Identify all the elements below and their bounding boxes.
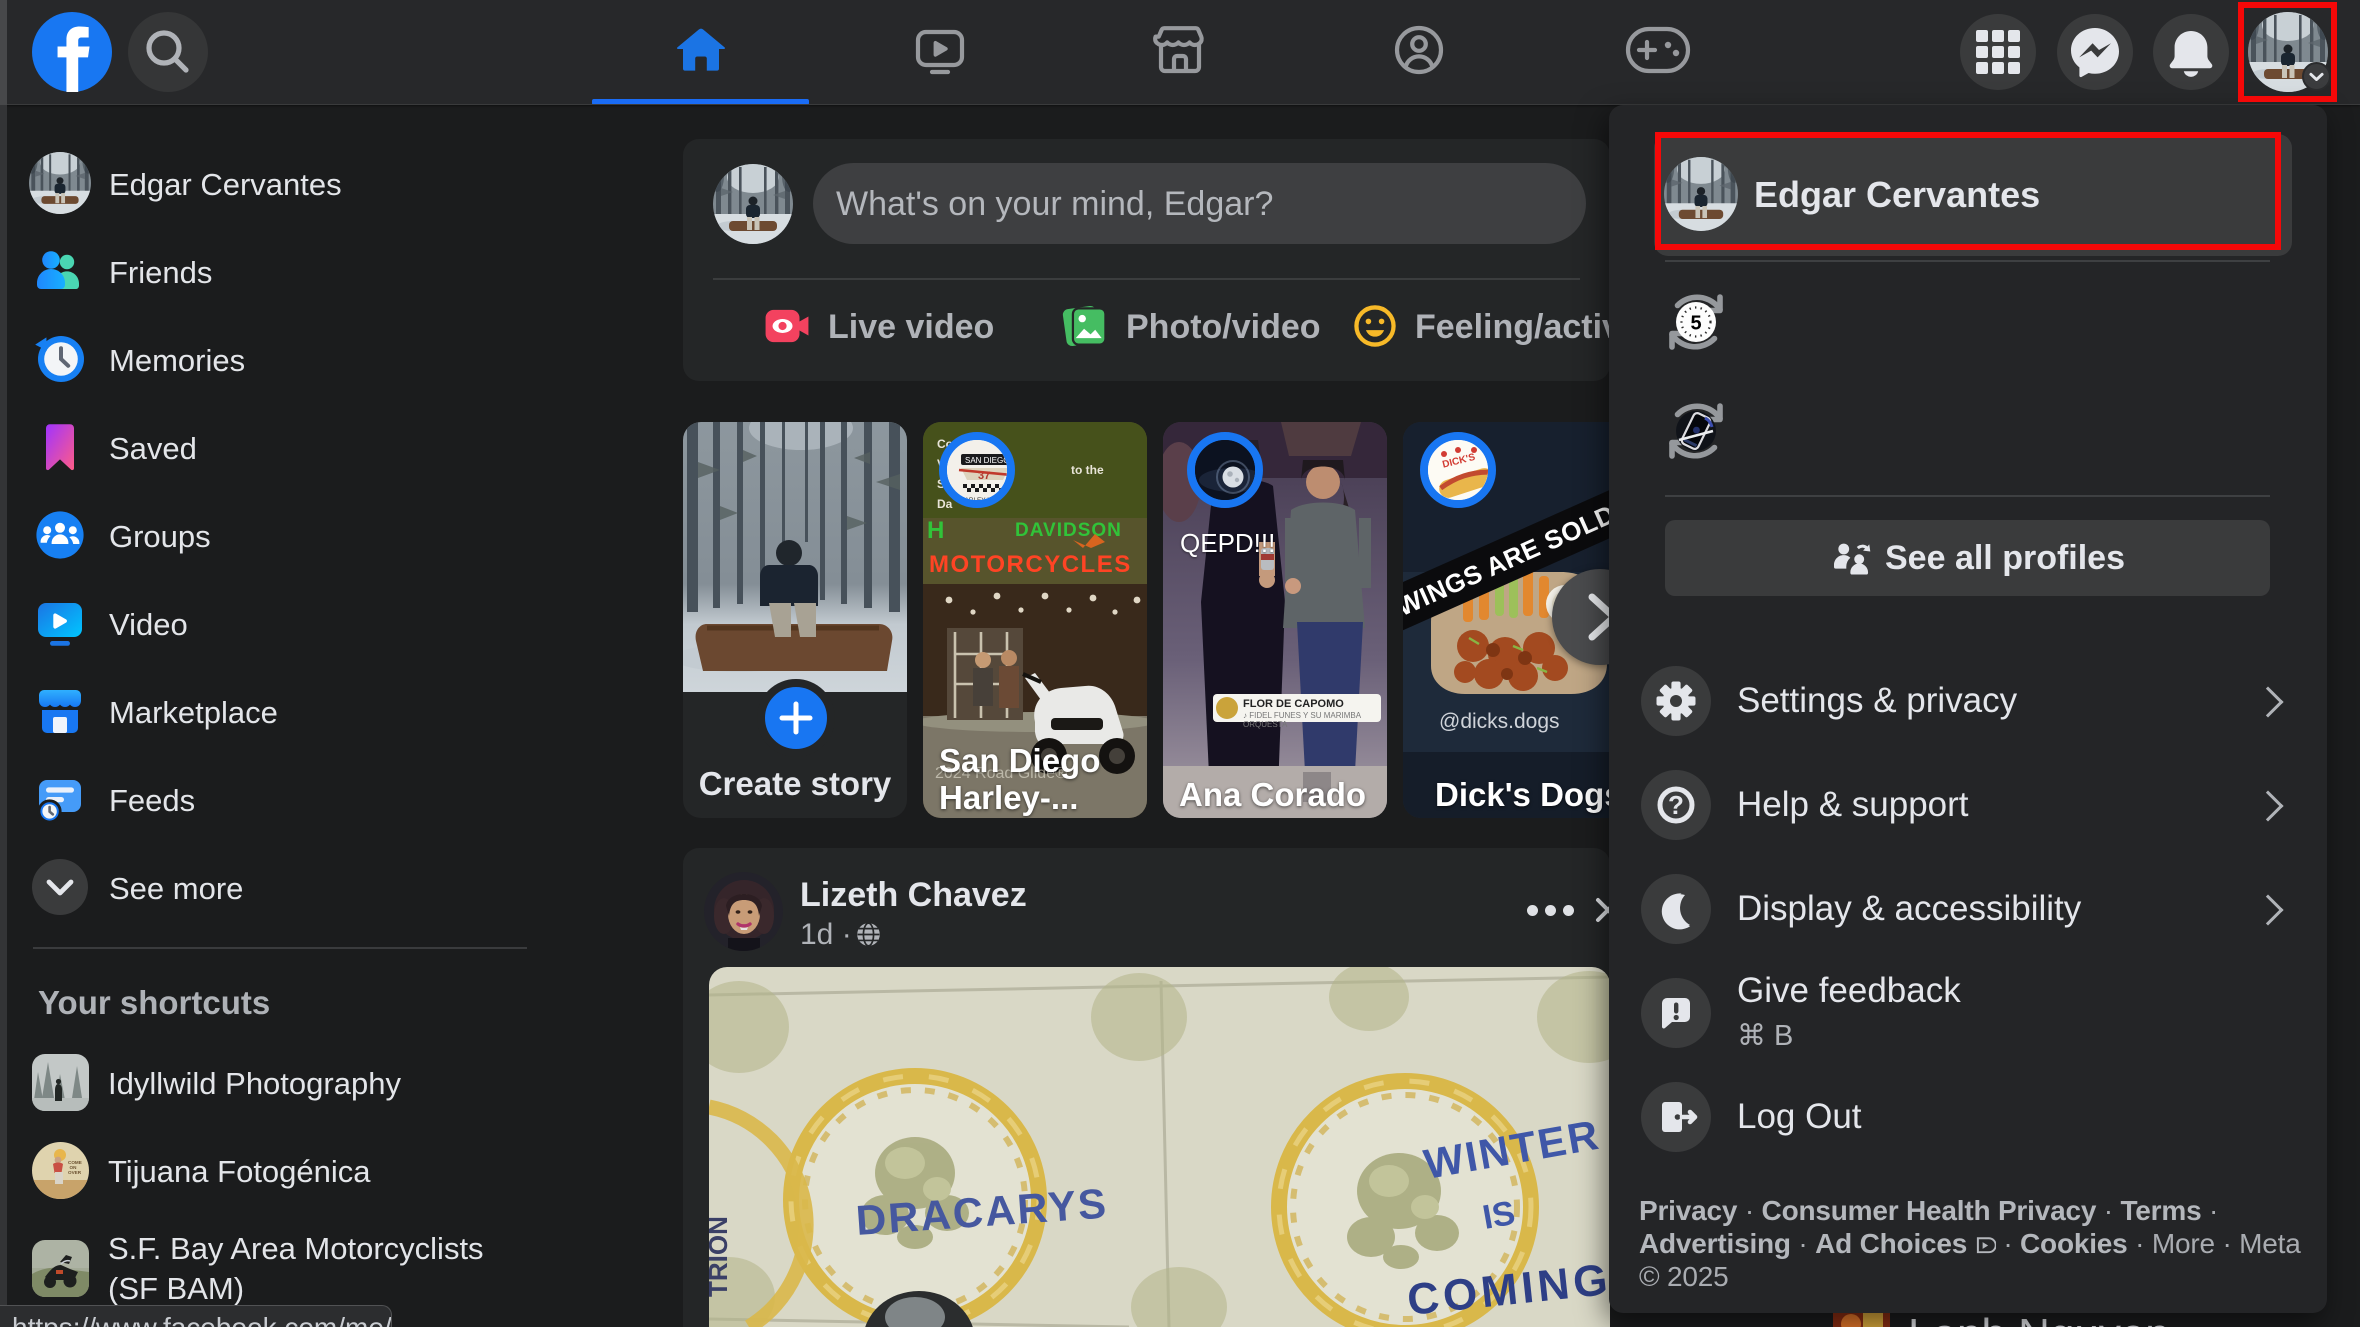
svg-text:5: 5: [1690, 313, 1701, 335]
svg-text:TRION: TRION: [709, 1216, 733, 1297]
svg-text:IS: IS: [1480, 1194, 1518, 1237]
svg-text:MOTORCYCLES: MOTORCYCLES: [929, 551, 1132, 578]
svg-text:SAN DIEGO: SAN DIEGO: [965, 456, 1009, 465]
svg-text:to the: to the: [1071, 463, 1104, 477]
svg-text:DAVIDSON: DAVIDSON: [1015, 520, 1122, 541]
svg-text:H: H: [927, 517, 944, 544]
svg-text:OVER: OVER: [68, 1170, 82, 1175]
svg-text:?: ?: [1668, 790, 1684, 820]
svg-text:Da: Da: [937, 497, 953, 511]
